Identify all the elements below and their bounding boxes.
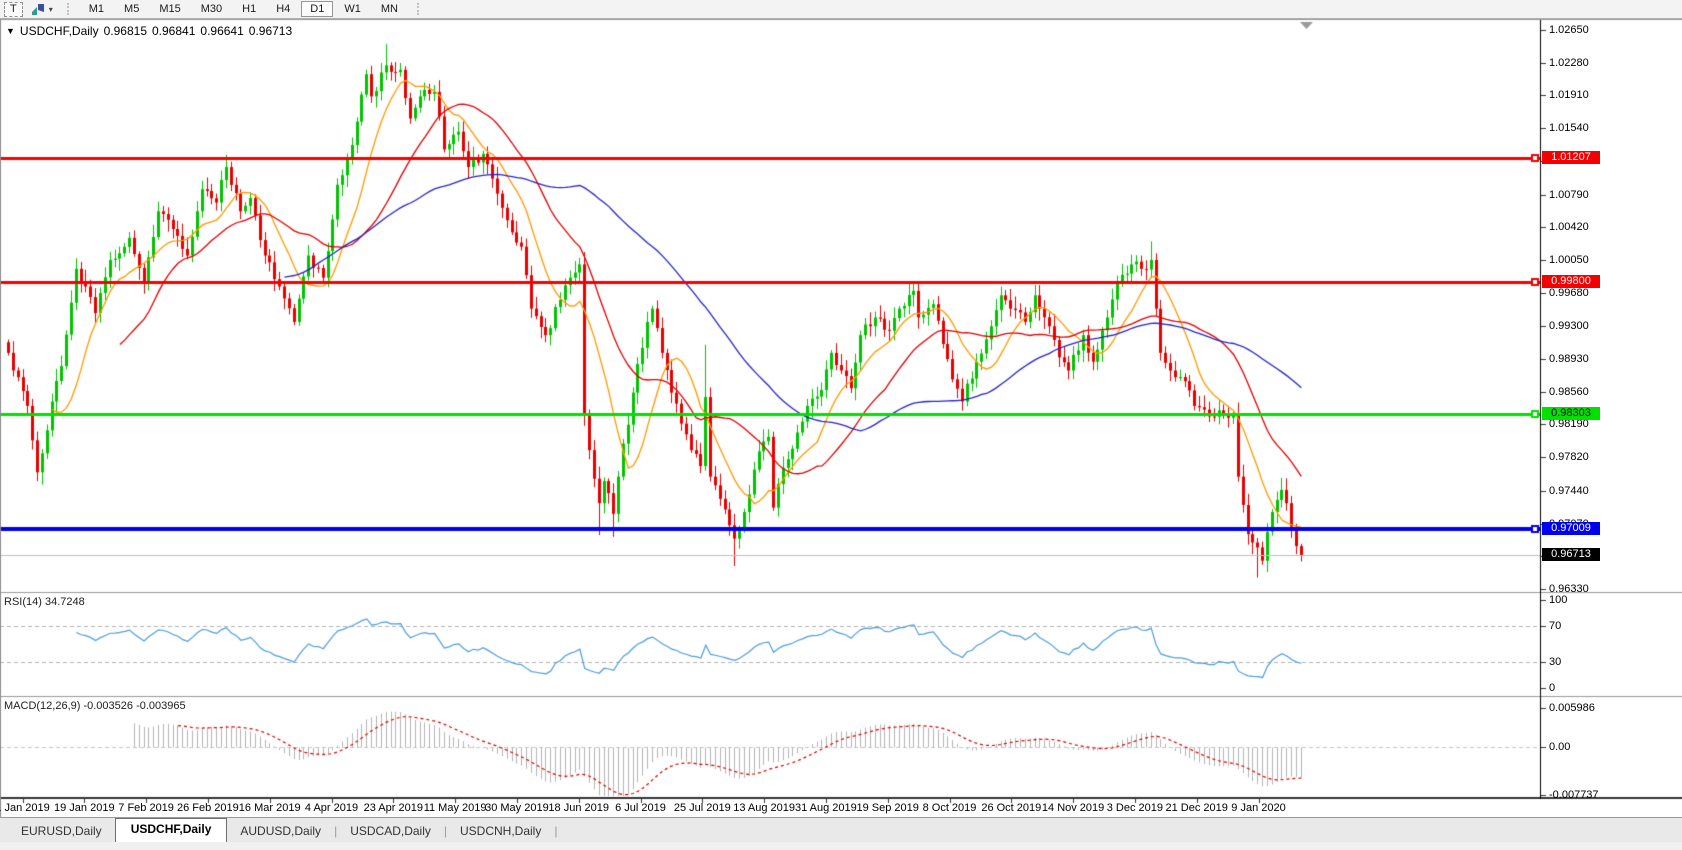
arrange-charts-button[interactable]: ▾ <box>31 3 53 16</box>
timeframe-button-w1[interactable]: W1 <box>335 1 370 17</box>
timeframe-button-m1[interactable]: M1 <box>80 1 113 17</box>
toolbar-grip <box>417 3 422 15</box>
chart-tab-audusd[interactable]: AUDUSD,Daily <box>227 821 334 842</box>
chart-canvas[interactable] <box>0 0 1682 850</box>
chart-tab-bar: EURUSD,DailyUSDCHF,DailyAUDUSD,Daily|USD… <box>0 817 1682 842</box>
timeframe-button-mn[interactable]: MN <box>372 1 407 17</box>
toolbar: T ▾ M1M5M15M30H1H4D1W1MN <box>0 0 1682 19</box>
text-label-tool-button[interactable]: T <box>4 2 23 17</box>
status-strip <box>0 842 1682 850</box>
timeframe-button-m5[interactable]: M5 <box>115 1 148 17</box>
timeframe-button-h1[interactable]: H1 <box>233 1 265 17</box>
arrange-icon <box>31 3 46 16</box>
toolbar-grip <box>67 3 72 15</box>
chart-tab-eurusd[interactable]: EURUSD,Daily <box>8 821 115 842</box>
chevron-down-icon: ▾ <box>49 5 53 14</box>
timeframe-button-h4[interactable]: H4 <box>267 1 299 17</box>
mt4-window: T ▾ M1M5M15M30H1H4D1W1MN ▼USDCHF,Daily0.… <box>0 0 1682 850</box>
timeframe-button-d1[interactable]: D1 <box>301 1 333 17</box>
timeframe-toolbar: M1M5M15M30H1H4D1W1MN <box>80 1 409 17</box>
chart-tab-usdchf[interactable]: USDCHF,Daily <box>115 818 228 842</box>
chart-tab-usdcnh[interactable]: USDCNH,Daily <box>447 821 554 842</box>
tab-divider: | <box>554 824 557 842</box>
timeframe-button-m30[interactable]: M30 <box>192 1 231 17</box>
chart-tab-usdcad[interactable]: USDCAD,Daily <box>337 821 444 842</box>
timeframe-button-m15[interactable]: M15 <box>150 1 189 17</box>
